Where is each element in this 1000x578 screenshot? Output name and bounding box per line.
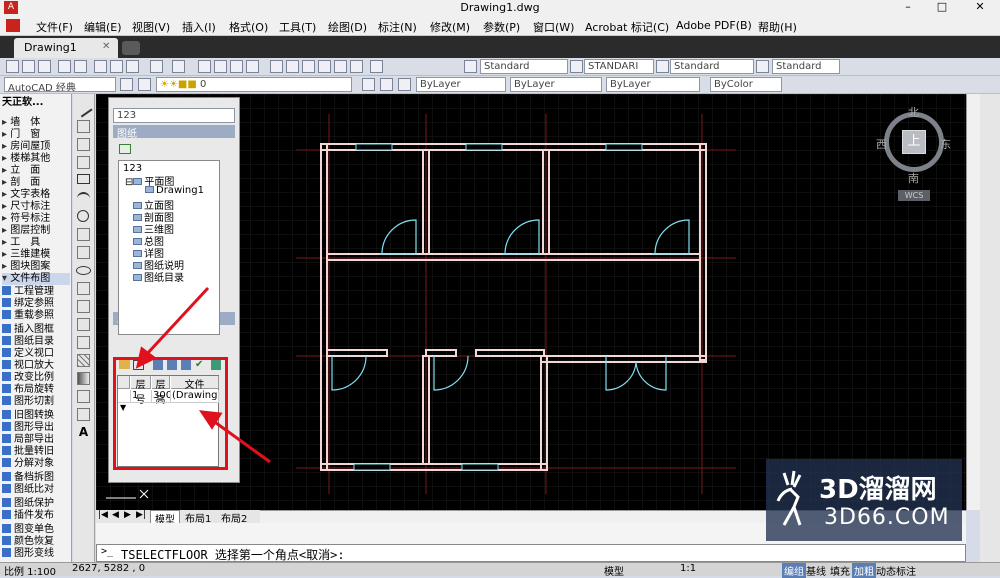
- tab-nav-next-icon[interactable]: ▶: [124, 510, 131, 520]
- arrow-to-toolbar: [144, 286, 210, 357]
- arrow-head: [135, 346, 157, 369]
- watermark: 3D溜溜网 3D66.COM: [766, 459, 962, 541]
- tab-nav-first-icon[interactable]: |◀: [98, 510, 108, 520]
- deer-logo: [776, 470, 802, 526]
- tab-nav-last-icon[interactable]: ▶|: [136, 510, 146, 520]
- arrow-to-table: [211, 418, 271, 464]
- layout-tabs: |◀ ◀ ▶ ▶| 模型 布局1 布局2: [96, 510, 260, 527]
- cursor-coordinates: 2627, 5282 , 0: [72, 563, 146, 574]
- status-bar: 比例 1:100 2627, 5282 , 0 模型 1:1 编组 基线 填充 …: [0, 562, 1000, 578]
- annotation-scale[interactable]: 1:1: [680, 563, 696, 574]
- watermark-main-text: 3D溜溜网: [819, 475, 937, 505]
- command-line[interactable]: >_ TSELECTFLOOR 选择第一个角点<取消>:: [96, 544, 966, 562]
- command-prompt-icon: >_: [101, 546, 114, 557]
- watermark-sub-text: 3D66.COM: [824, 505, 950, 530]
- tab-nav-prev-icon[interactable]: ◀: [112, 510, 119, 520]
- vertical-scrollbar[interactable]: [966, 94, 980, 510]
- right-toolbar: [980, 94, 1000, 564]
- command-text: TSELECTFLOOR 选择第一个角点<取消>:: [121, 548, 345, 562]
